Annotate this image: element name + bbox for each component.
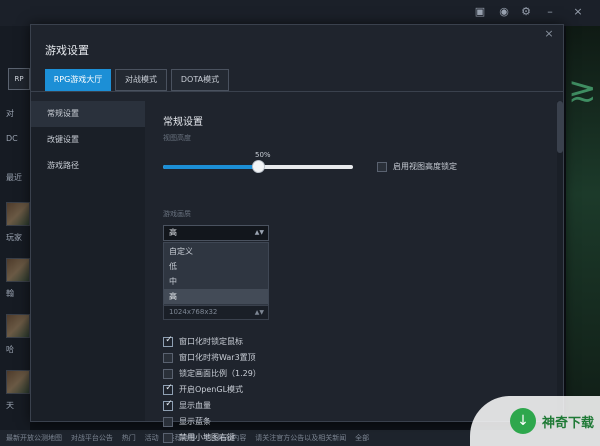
checkbox-show-mana[interactable] [163,417,173,427]
artwork-glyph: ≳ [568,70,597,110]
sidebar-item-keybinds[interactable]: 改键设置 [31,127,145,153]
slider-fill [163,165,258,169]
general-settings-panel: 常规设置 视图高度 50% 启用视图高度锁定 游戏画质 高 ▲▼ 自定义 低 中… [145,101,551,443]
background-artwork: ≳ [566,26,600,446]
close-app-icon[interactable]: × [572,6,584,18]
tab-rpg-lobby[interactable]: RPG游戏大厅 [45,69,111,91]
settings-icon[interactable]: ⚙ [520,6,532,18]
game-thumbnail[interactable] [6,314,30,338]
checkbox-label: 窗口化时锁定鼠标 [179,337,243,346]
sidebar-item-game-path[interactable]: 游戏路径 [31,153,145,179]
quality-selected-value: 高 [169,228,177,237]
quality-option-custom[interactable]: 自定义 [164,244,268,259]
checkbox-war3-topmost[interactable] [163,353,173,363]
checkbox-label: 显示蓝条 [179,417,211,426]
quality-select[interactable]: 高 ▲▼ [163,225,269,241]
app-topbar: ▣ ◉ ⚙ – × [0,0,600,26]
checkbox-show-hp[interactable] [163,399,174,411]
quality-option-medium[interactable]: 中 [164,274,268,289]
sidebar-item-general[interactable]: 常规设置 [31,101,145,127]
checkbox-minimap-rightclick[interactable] [163,433,173,443]
checkbox-label: 开启OpenGL模式 [179,385,244,394]
ticker-item[interactable]: 请关注官方公告以及相关新闻 [255,430,346,446]
checkbox-label: 窗口化时将War3置顶 [179,353,256,362]
dialog-title: 游戏设置 [45,44,89,57]
quality-dropdown: 自定义 低 中 高 [163,242,269,306]
ticker-item[interactable]: 全部 [355,430,369,446]
view-lock-checkbox[interactable] [377,162,387,172]
nav-label: 对 [6,109,14,118]
location-icon[interactable]: ◉ [498,6,510,18]
game-label: 翰 [6,289,14,298]
checkbox-lock-aspect[interactable] [163,369,173,379]
game-label: 天 [6,401,14,410]
slider-handle[interactable] [252,160,265,173]
checkbox-lock-mouse[interactable] [163,335,174,347]
checkbox-label: 禁用小地图右键 [179,433,235,442]
tab-dota-mode[interactable]: DOTA模式 [171,69,229,91]
scrollbar-thumb[interactable] [557,101,563,153]
minimize-icon[interactable]: – [544,6,556,18]
view-height-label: 视图高度 [163,134,191,142]
game-label: 哈 [6,345,14,354]
quality-option-low[interactable]: 低 [164,259,268,274]
app-sidebar: RP 对 DC 最近 玩家 翰 哈 天 [0,26,30,446]
nav-label: 最近 [6,173,22,182]
tab-battle-mode[interactable]: 对战模式 [115,69,167,91]
resolution-select[interactable]: 1024x768x32 ▲▼ [163,305,269,320]
watermark: ↓ 神奇下载 [470,396,600,446]
content-scrollbar[interactable] [557,101,563,419]
tab-divider [31,91,563,92]
view-height-value: 50% [255,151,271,159]
chevron-updown-icon: ▲▼ [254,309,264,316]
gift-icon[interactable]: ▣ [474,6,486,18]
chevron-updown-icon: ▲▼ [254,229,264,236]
ticker-item[interactable]: 活动 [145,430,159,446]
ticker-item[interactable]: 对战平台公告 [71,430,113,446]
rpg-nav-button[interactable]: RP [8,68,30,90]
quality-option-high[interactable]: 高 [164,289,268,304]
section-title: 常规设置 [163,117,203,128]
settings-sidebar: 常规设置 改键设置 游戏路径 [31,101,145,421]
checkbox-opengl[interactable] [163,383,174,395]
resolution-value: 1024x768x32 [169,308,218,316]
game-settings-dialog: 游戏设置 × RPG游戏大厅 对战模式 DOTA模式 常规设置 改键设置 游戏路… [30,24,564,443]
ticker-item[interactable]: 热门 [122,430,136,446]
game-thumbnail[interactable] [6,258,30,282]
view-lock-label: 启用视图高度锁定 [393,162,457,171]
quality-label: 游戏画质 [163,210,191,218]
ticker-item[interactable]: 最新开放公测地图 [6,430,62,446]
game-thumbnail[interactable] [6,202,30,226]
checkbox-label: 显示血量 [179,401,211,410]
close-icon[interactable]: × [543,27,555,40]
game-label: 玩家 [6,233,22,242]
nav-label: DC [6,134,18,143]
watermark-logo-icon: ↓ [510,408,536,434]
watermark-text: 神奇下载 [542,416,595,431]
view-height-slider[interactable] [163,160,353,173]
checkbox-label: 锁定画面比例（1.29） [179,369,261,378]
game-thumbnail[interactable] [6,370,30,394]
